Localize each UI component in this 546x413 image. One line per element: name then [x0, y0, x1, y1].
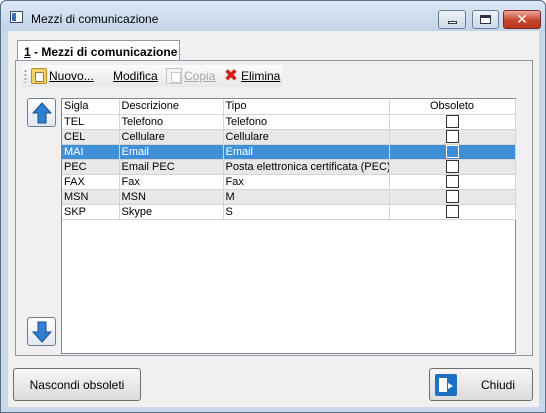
window-client-area: 1 - Mezzi di comunicazione Nuovo... Modi…: [8, 31, 539, 407]
cell-sigla[interactable]: PEC: [62, 159, 120, 175]
title-bar[interactable]: Mezzi di comunicazione ✕: [1, 1, 545, 31]
new-button-label: Nuovo...: [49, 69, 94, 83]
cell-sigla[interactable]: SKP: [62, 204, 120, 220]
cell-obsoleto: [389, 189, 516, 205]
close-icon: ✕: [516, 11, 528, 28]
close-button-label: Chiudi: [481, 377, 516, 392]
tab-shortcut: 1: [24, 45, 31, 59]
delete-button[interactable]: ✖ Elimina: [223, 66, 281, 86]
cell-descrizione[interactable]: Skype: [119, 204, 224, 220]
cell-tipo[interactable]: Email: [223, 144, 390, 160]
tab-label: - Mezzi di comunicazione: [30, 45, 178, 59]
grid-table: Sigla Descrizione Tipo Obsoleto TEL Tele…: [62, 99, 516, 220]
cell-tipo[interactable]: S: [223, 204, 390, 220]
arrow-down-icon: [31, 321, 52, 343]
copy-icon: [166, 68, 182, 84]
table-row[interactable]: SKP Skype S: [62, 204, 516, 220]
cell-obsoleto: [389, 144, 516, 160]
table-row[interactable]: MSN MSN M: [62, 189, 516, 205]
cell-tipo[interactable]: Telefono: [223, 114, 390, 130]
exit-door-icon: [435, 373, 457, 396]
copy-button-label: Copia: [184, 69, 216, 83]
column-header-descrizione[interactable]: Descrizione: [119, 99, 224, 115]
main-window: Mezzi di comunicazione ✕ 1 - Mezzi di co…: [0, 0, 546, 413]
delete-icon: ✖: [223, 66, 239, 86]
cell-descrizione[interactable]: Email: [119, 144, 224, 160]
window-title: Mezzi di comunicazione: [31, 12, 159, 26]
copy-button[interactable]: Copia: [166, 68, 215, 84]
edit-button-label: Modifica: [113, 69, 158, 83]
cell-tipo[interactable]: M: [223, 189, 390, 205]
communication-means-grid[interactable]: Sigla Descrizione Tipo Obsoleto TEL Tele…: [61, 98, 516, 354]
cell-tipo[interactable]: Posta elettronica certificata (PEC): [223, 159, 390, 175]
cell-sigla[interactable]: MAI: [62, 144, 120, 160]
obsolete-checkbox[interactable]: [445, 190, 459, 203]
column-header-obsoleto[interactable]: Obsoleto: [389, 99, 516, 115]
cell-descrizione[interactable]: MSN: [119, 189, 224, 205]
cell-obsoleto: [389, 114, 516, 130]
cell-descrizione[interactable]: Cellulare: [119, 129, 224, 145]
obsolete-checkbox[interactable]: [445, 160, 459, 173]
cell-sigla[interactable]: CEL: [62, 129, 120, 145]
cell-sigla[interactable]: TEL: [62, 114, 120, 130]
maximize-icon: [480, 15, 491, 24]
cell-tipo[interactable]: Fax: [223, 174, 390, 190]
hide-obsolete-button[interactable]: Nascondi obsoleti: [13, 368, 141, 401]
minimize-icon: [447, 21, 457, 24]
obsolete-checkbox[interactable]: [445, 145, 459, 158]
cell-descrizione[interactable]: Email PEC: [119, 159, 224, 175]
table-row[interactable]: FAX Fax Fax: [62, 174, 516, 190]
close-button[interactable]: Chiudi: [429, 368, 533, 401]
cell-obsoleto: [389, 129, 516, 145]
toolbar: Nuovo... Modifica Copia ✖ Elimina: [22, 65, 283, 87]
cell-obsoleto: [389, 204, 516, 220]
obsolete-checkbox[interactable]: [445, 130, 459, 143]
table-row[interactable]: PEC Email PEC Posta elettronica certific…: [62, 159, 516, 175]
cell-sigla[interactable]: MSN: [62, 189, 120, 205]
cell-tipo[interactable]: Cellulare: [223, 129, 390, 145]
table-row-selected[interactable]: MAI Email Email: [62, 144, 516, 160]
tab-mezzi-di-comunicazione[interactable]: 1 - Mezzi di comunicazione: [17, 40, 180, 61]
obsolete-checkbox[interactable]: [445, 175, 459, 188]
move-down-button[interactable]: [27, 317, 56, 346]
column-header-sigla[interactable]: Sigla: [62, 99, 120, 115]
move-up-button[interactable]: [27, 98, 56, 127]
new-icon: [31, 68, 47, 84]
minimize-button[interactable]: [438, 10, 466, 29]
obsolete-checkbox[interactable]: [445, 115, 459, 128]
window-app-icon: [10, 11, 23, 23]
delete-button-label: Elimina: [241, 69, 281, 83]
new-button[interactable]: Nuovo...: [31, 68, 94, 84]
obsolete-checkbox[interactable]: [445, 205, 459, 218]
table-row[interactable]: CEL Cellulare Cellulare: [62, 129, 516, 145]
cell-obsoleto: [389, 174, 516, 190]
close-window-button[interactable]: ✕: [503, 10, 541, 29]
edit-button[interactable]: Modifica: [113, 68, 158, 84]
table-row[interactable]: TEL Telefono Telefono: [62, 114, 516, 130]
grid-header-row: Sigla Descrizione Tipo Obsoleto: [62, 99, 516, 115]
cell-sigla[interactable]: FAX: [62, 174, 120, 190]
arrow-up-icon: [31, 101, 52, 123]
maximize-button[interactable]: [472, 10, 499, 29]
column-header-tipo[interactable]: Tipo: [223, 99, 390, 115]
cell-descrizione[interactable]: Fax: [119, 174, 224, 190]
hide-obsolete-label: Nascondi obsoleti: [29, 377, 125, 392]
cell-obsoleto: [389, 159, 516, 175]
cell-descrizione[interactable]: Telefono: [119, 114, 224, 130]
toolbar-grip[interactable]: [24, 69, 27, 83]
